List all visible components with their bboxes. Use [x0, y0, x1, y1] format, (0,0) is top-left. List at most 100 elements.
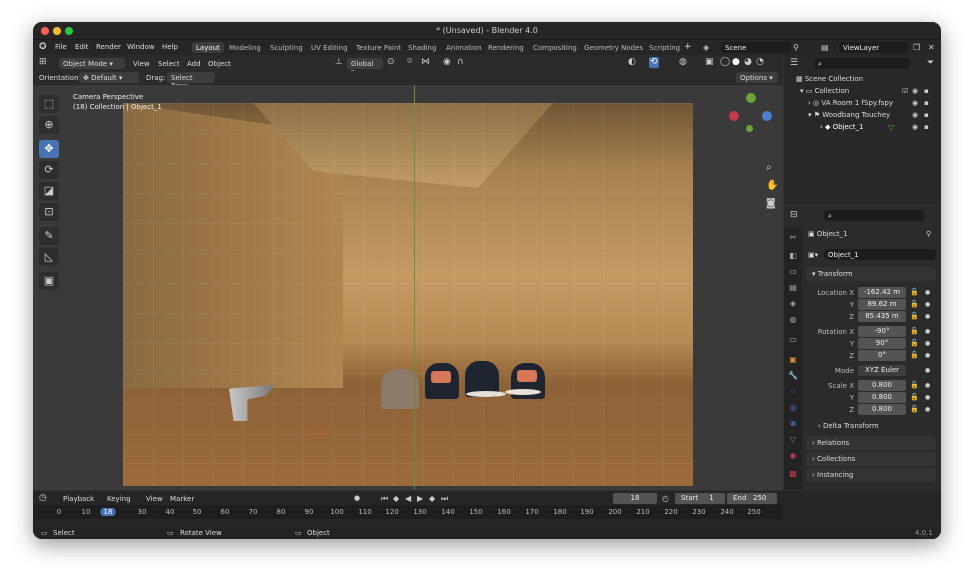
scale-y-field[interactable]: 0.800 [858, 392, 906, 403]
prev-keyframe-icon[interactable]: ◆ [393, 494, 399, 503]
collection-checkbox-icon[interactable]: ☑ [902, 87, 908, 96]
object-menu[interactable]: Object [208, 60, 231, 68]
rotation-y-field[interactable]: 90° [858, 338, 906, 349]
blender-logo-icon[interactable]: ✪ [39, 43, 47, 52]
select-menu[interactable]: Select [158, 60, 180, 68]
shading-material-icon[interactable]: ◕ [744, 58, 752, 67]
transform-section-header[interactable]: ▾ Transform [806, 267, 936, 281]
keyframe-dot-icon[interactable]: ● [925, 351, 930, 360]
output-tab-icon[interactable]: ▭ [787, 266, 799, 278]
keyframe-dot-icon[interactable]: ● [925, 300, 930, 309]
render-camera-icon[interactable]: ▪ [924, 111, 929, 120]
render-camera-icon[interactable]: ▪ [924, 87, 929, 96]
rotation-z-field[interactable]: 0° [858, 350, 906, 361]
record-icon[interactable]: ● [354, 494, 360, 503]
tab-sculpting[interactable]: Sculpting [266, 42, 307, 53]
physics-tab-icon[interactable]: ◎ [787, 402, 799, 414]
eye-icon[interactable]: ◉ [912, 111, 918, 120]
lock-icon[interactable]: 🔓 [910, 312, 919, 321]
lock-icon[interactable]: 🔓 [910, 327, 919, 336]
playback-menu[interactable]: Playback ▾ [59, 493, 99, 511]
lock-icon[interactable]: 🔓 [910, 405, 919, 414]
tab-animation[interactable]: Animation [442, 42, 486, 53]
rotation-x-field[interactable]: -90° [858, 326, 906, 337]
3d-viewport[interactable]: ⬚ ⊕ ✥ ⟳ ◪ ⊡ ✎ ◺ ▣ Camera Perspective (18… [33, 85, 783, 490]
gizmo-x-axis[interactable] [729, 111, 739, 121]
frame-ruler[interactable]: 0 10 18 30 40 50 60 70 80 90 100 110 120… [33, 505, 783, 519]
orientation-global-dropdown[interactable]: Global ▾ [347, 58, 383, 76]
snap-target-icon[interactable]: ⋈ [421, 58, 430, 67]
move-tool-icon[interactable]: ✥ [39, 140, 59, 158]
zoom-icon[interactable]: ⌕ [766, 163, 772, 173]
view-layer-selector[interactable]: ViewLayer [839, 42, 909, 53]
pin-properties-icon[interactable]: ⚲ [926, 230, 931, 239]
gizmo-neg-y[interactable] [746, 125, 753, 132]
view-layer-icon[interactable]: ▤ [821, 43, 829, 52]
location-x-field[interactable]: -162.42 m [858, 287, 906, 298]
mesh-data-icon[interactable]: ▽ [888, 123, 894, 132]
scale-x-field[interactable]: 0.800 [858, 380, 906, 391]
outliner-item-woodbang[interactable]: ▾ ⚑ Woodbang Touchey [808, 111, 890, 119]
start-frame-field[interactable]: Start 1 [675, 493, 725, 504]
gizmo-y-axis[interactable] [746, 93, 756, 103]
current-frame-field[interactable]: 18 [613, 493, 657, 504]
relations-section[interactable]: › Relations [806, 436, 936, 450]
pivot-icon[interactable]: ⊙ [387, 58, 395, 67]
lock-icon[interactable]: 🔓 [910, 300, 919, 309]
keyframe-dot-icon[interactable]: ● [925, 327, 930, 336]
timeline-editor-icon[interactable]: ◷ [39, 494, 47, 503]
location-y-field[interactable]: 89.62 m [858, 299, 906, 310]
scene-selector[interactable]: Scene [721, 42, 791, 53]
outliner-item-object1[interactable]: › ◆ Object_1 [820, 123, 863, 131]
properties-search-input[interactable]: ⌕ [824, 210, 924, 221]
shading-solid-icon[interactable]: ● [732, 58, 740, 67]
collection-tab-icon[interactable]: ▭ [787, 334, 799, 346]
render-camera-icon[interactable]: ▪ [924, 123, 929, 132]
render-tab-icon[interactable]: ◧ [787, 250, 799, 262]
stopwatch-icon[interactable]: ◴ [662, 494, 669, 503]
properties-editor-icon[interactable]: ⊟ [790, 211, 798, 220]
lock-icon[interactable]: 🔓 [910, 339, 919, 348]
add-cube-tool-icon[interactable]: ▣ [39, 272, 59, 290]
location-z-field[interactable]: 85.435 m [858, 311, 906, 322]
3d-cursor-icon[interactable] [317, 426, 327, 436]
keyframe-dot-icon[interactable]: ● [925, 339, 930, 348]
cursor-tool-icon[interactable]: ⊕ [39, 116, 59, 134]
delta-transform-section[interactable]: › Delta Transform [818, 422, 879, 430]
tab-layout[interactable]: Layout [192, 42, 224, 53]
lock-icon[interactable]: 🔓 [910, 351, 919, 360]
next-keyframe-icon[interactable]: ◆ [429, 494, 435, 503]
play-icon[interactable]: ▶ [417, 494, 423, 503]
remove-layer-icon[interactable]: ✕ [928, 43, 935, 52]
instancing-section[interactable]: › Instancing [806, 468, 936, 482]
scene-tab-icon[interactable]: ◈ [787, 298, 799, 310]
texture-tab-icon[interactable]: ▩ [787, 468, 799, 480]
tab-compositing[interactable]: Compositing [529, 42, 581, 53]
modifier-tab-icon[interactable]: 🔧 [787, 370, 799, 382]
tab-texture-paint[interactable]: Texture Paint [352, 42, 405, 53]
tab-rendering[interactable]: Rendering [484, 42, 528, 53]
eye-icon[interactable]: ◉ [912, 123, 918, 132]
outliner-editor-icon[interactable]: ☰ [790, 59, 798, 68]
outliner-item-fspy[interactable]: › ◎ VA Room 1 fSpy.fspy [808, 99, 893, 107]
constraints-tab-icon[interactable]: ⊗ [787, 418, 799, 430]
drag-select-dropdown[interactable]: Select Box▾ [167, 72, 215, 90]
render-camera-icon[interactable]: ▪ [924, 99, 929, 108]
transform-orientation-icon[interactable]: ⊥ [335, 58, 343, 67]
rotate-tool-icon[interactable]: ⟳ [39, 161, 59, 179]
overlays-icon[interactable]: ◍ [679, 58, 687, 67]
keyframe-dot-icon[interactable]: ● [925, 366, 930, 375]
world-tab-icon[interactable]: ◍ [787, 314, 799, 326]
xray-icon[interactable]: ▣ [705, 58, 714, 67]
pin-icon[interactable]: ⚲ [793, 43, 799, 52]
shading-wireframe-icon[interactable]: ◯ [720, 58, 730, 67]
keyframe-dot-icon[interactable]: ● [925, 288, 930, 297]
tool-tab-icon[interactable]: ✂ [787, 232, 799, 244]
object-mode-dropdown[interactable]: Object Mode ▾ [59, 58, 125, 69]
outliner-search-input[interactable]: ⌕ [814, 58, 910, 69]
camera-view-icon[interactable]: ◙ [766, 199, 776, 209]
add-menu[interactable]: Add [187, 60, 201, 68]
keyframe-dot-icon[interactable]: ● [925, 312, 930, 321]
eye-icon[interactable]: ◉ [912, 87, 918, 96]
scale-tool-icon[interactable]: ◪ [39, 182, 59, 200]
